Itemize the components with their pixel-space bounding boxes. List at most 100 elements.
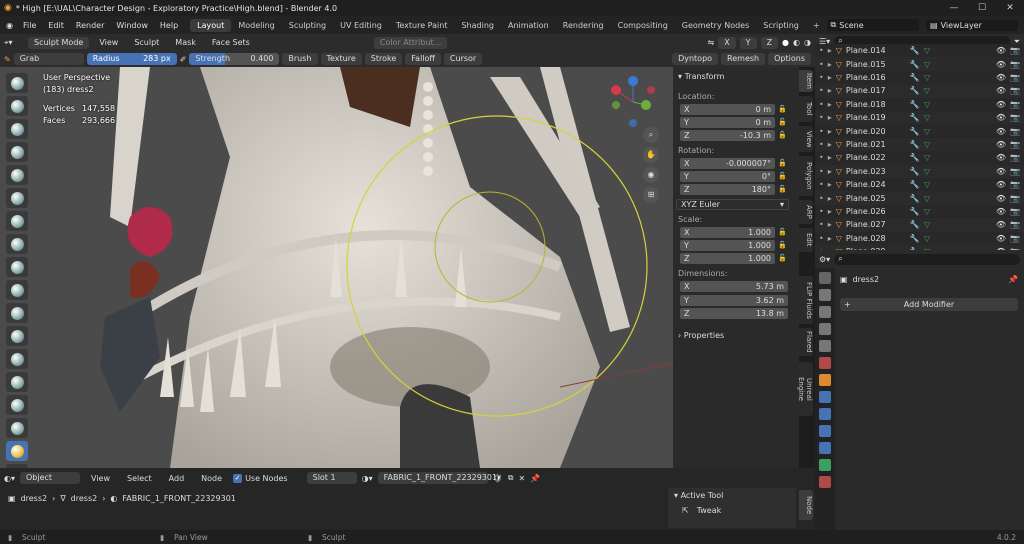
visibility-eye-icon[interactable]: 👁 xyxy=(996,86,1006,95)
expand-arrow-icon[interactable]: ▸ xyxy=(828,180,832,189)
pin-node-icon[interactable]: 📌 xyxy=(530,474,540,483)
data-tab-icon[interactable] xyxy=(819,459,831,471)
expand-arrow-icon[interactable]: ▸ xyxy=(828,73,832,82)
visibility-eye-icon[interactable]: 👁 xyxy=(996,73,1006,82)
outliner-row[interactable]: • ▸ ▽ Plane.014 🔧 ▽ 👁 📷 xyxy=(815,44,1024,58)
output-tab-icon[interactable] xyxy=(819,306,831,318)
close-icon[interactable]: ✕ xyxy=(996,0,1024,16)
tab-shading[interactable]: Shading xyxy=(454,19,501,32)
tool-inflate[interactable] xyxy=(6,211,28,231)
node-menu-node[interactable]: Node xyxy=(195,474,228,483)
render-camera-icon[interactable]: 📷 xyxy=(1010,140,1020,149)
render-camera-icon[interactable]: 📷 xyxy=(1010,100,1020,109)
visibility-eye-icon[interactable]: 👁 xyxy=(996,113,1006,122)
render-camera-icon[interactable]: 📷 xyxy=(1010,86,1020,95)
tool-blob[interactable] xyxy=(6,234,28,254)
add-workspace-button[interactable]: + xyxy=(806,19,827,32)
visibility-eye-icon[interactable]: 👁 xyxy=(996,127,1006,136)
render-camera-icon[interactable]: 📷 xyxy=(1010,46,1020,55)
lock-icon[interactable]: 🔓 xyxy=(778,105,788,113)
modifier-wrench-icon[interactable]: 🔧 xyxy=(910,153,920,162)
brush-selector[interactable]: Grab xyxy=(13,53,84,65)
outliner-row[interactable]: • ▸ ▽ Plane.017 🔧 ▽ 👁 📷 xyxy=(815,84,1024,98)
scene-tab-icon[interactable] xyxy=(819,340,831,352)
visibility-eye-icon[interactable]: 👁 xyxy=(996,60,1006,69)
view-layer-tab-icon[interactable] xyxy=(819,323,831,335)
tool-snake-hook[interactable] xyxy=(6,395,28,415)
vtab-edit[interactable]: Edit xyxy=(799,228,813,252)
world-tab-icon[interactable] xyxy=(819,357,831,369)
modifier-wrench-icon[interactable]: 🔧 xyxy=(910,127,920,136)
pin-icon[interactable]: 📌 xyxy=(1008,275,1018,284)
tool-clay-strips[interactable] xyxy=(6,142,28,162)
dimension-y[interactable]: Y 3.62 m xyxy=(680,294,788,306)
slot-dropdown[interactable]: Slot 1 xyxy=(306,472,357,484)
expand-arrow-icon[interactable]: ▸ xyxy=(828,167,832,176)
vtab-unreal-engine[interactable]: Unreal Engine xyxy=(797,362,813,416)
outliner-row[interactable]: • ▸ ▽ Plane.028 🔧 ▽ 👁 📷 xyxy=(815,231,1024,245)
mode-dropdown[interactable]: Sculpt Mode xyxy=(28,36,90,49)
falloff-menu[interactable]: Falloff xyxy=(405,53,441,65)
outliner-row[interactable]: • ▸ ▽ Plane.016 🔧 ▽ 👁 📷 xyxy=(815,70,1024,85)
menu-edit[interactable]: Edit xyxy=(42,21,70,30)
expand-arrow-icon[interactable]: ▸ xyxy=(828,140,832,149)
tool-fill[interactable] xyxy=(6,326,28,346)
modifier-wrench-icon[interactable]: 🔧 xyxy=(910,100,920,109)
expand-arrow-icon[interactable]: ▸ xyxy=(828,100,832,109)
tool-flatten[interactable] xyxy=(6,303,28,323)
vtab-polygon[interactable]: Polygon xyxy=(799,156,813,196)
tool-clay[interactable] xyxy=(6,119,28,139)
menu-help[interactable]: Help xyxy=(154,21,184,30)
ortho-grid-icon[interactable]: ⊞ xyxy=(643,187,659,203)
lock-icon[interactable]: 🔓 xyxy=(778,254,788,262)
tab-compositing[interactable]: Compositing xyxy=(611,19,675,32)
scale-y[interactable]: Y 1.000 🔓 xyxy=(680,239,788,251)
tool-smooth[interactable] xyxy=(6,280,28,300)
minimize-icon[interactable]: — xyxy=(940,0,968,16)
tab-scripting[interactable]: Scripting xyxy=(756,19,806,32)
location-z[interactable]: Z -10.3 m 🔓 xyxy=(680,129,788,141)
lock-icon[interactable]: 🔓 xyxy=(778,228,788,236)
scale-z[interactable]: Z 1.000 🔓 xyxy=(680,252,788,264)
render-camera-icon[interactable]: 📷 xyxy=(1010,127,1020,136)
expand-arrow-icon[interactable]: ▸ xyxy=(828,60,832,69)
dimension-z[interactable]: Z 13.8 m xyxy=(680,307,788,319)
render-camera-icon[interactable]: 📷 xyxy=(1010,220,1020,229)
expand-arrow-icon[interactable]: ▸ xyxy=(828,86,832,95)
editor-type-icon[interactable]: ⌖▾ xyxy=(4,38,24,48)
cursor-menu[interactable]: Cursor xyxy=(443,53,483,65)
visibility-eye-icon[interactable]: 👁 xyxy=(996,180,1006,189)
properties-editor-icon[interactable]: ⚙▾ xyxy=(819,255,830,264)
visibility-eye-icon[interactable]: 👁 xyxy=(996,140,1006,149)
modifier-wrench-icon[interactable]: 🔧 xyxy=(910,113,920,122)
material-tab-icon[interactable] xyxy=(819,476,831,488)
rotation-x[interactable]: X -0.000007° 🔓 xyxy=(680,157,788,169)
visibility-eye-icon[interactable]: 👁 xyxy=(996,234,1006,243)
outliner-row[interactable]: • ▸ ▽ Plane.027 🔧 ▽ 👁 📷 xyxy=(815,218,1024,232)
render-tab-icon[interactable] xyxy=(819,289,831,301)
stroke-menu[interactable]: Stroke xyxy=(364,53,403,65)
scene-selector[interactable]: ⧉ Scene xyxy=(826,19,919,31)
properties-search-icon[interactable]: ⌕ xyxy=(834,254,1020,265)
menu-sculpt[interactable]: Sculpt xyxy=(128,38,165,47)
tool-draw[interactable] xyxy=(6,73,28,93)
remesh-menu[interactable]: Remesh xyxy=(721,53,766,65)
lock-icon[interactable]: 🔓 xyxy=(778,241,788,249)
outliner-row[interactable]: • ▸ ▽ Plane.018 🔧 ▽ 👁 📷 xyxy=(815,97,1024,111)
object-tab-icon[interactable] xyxy=(819,374,831,386)
modifier-wrench-icon[interactable]: 🔧 xyxy=(910,194,920,203)
tool-tab-icon[interactable] xyxy=(819,272,831,284)
shading-render-icon[interactable]: ◑ xyxy=(804,38,811,47)
axis-z-button[interactable]: Z xyxy=(760,36,779,49)
modifier-wrench-icon[interactable]: 🔧 xyxy=(910,220,920,229)
properties-header[interactable]: › Properties xyxy=(678,331,724,340)
constraints-tab-icon[interactable] xyxy=(819,442,831,454)
expand-arrow-icon[interactable]: ▸ xyxy=(828,153,832,162)
node-editor-type-icon[interactable]: ◐▾ xyxy=(4,474,15,483)
menu-window[interactable]: Window xyxy=(110,21,154,30)
tool-crease[interactable] xyxy=(6,257,28,277)
lock-icon[interactable]: 🔓 xyxy=(778,131,788,139)
blender-menu-icon[interactable]: ◉ xyxy=(6,21,13,30)
vtab-item[interactable]: Item xyxy=(799,70,813,92)
pen-pressure-icon[interactable]: ✐ xyxy=(180,55,187,64)
